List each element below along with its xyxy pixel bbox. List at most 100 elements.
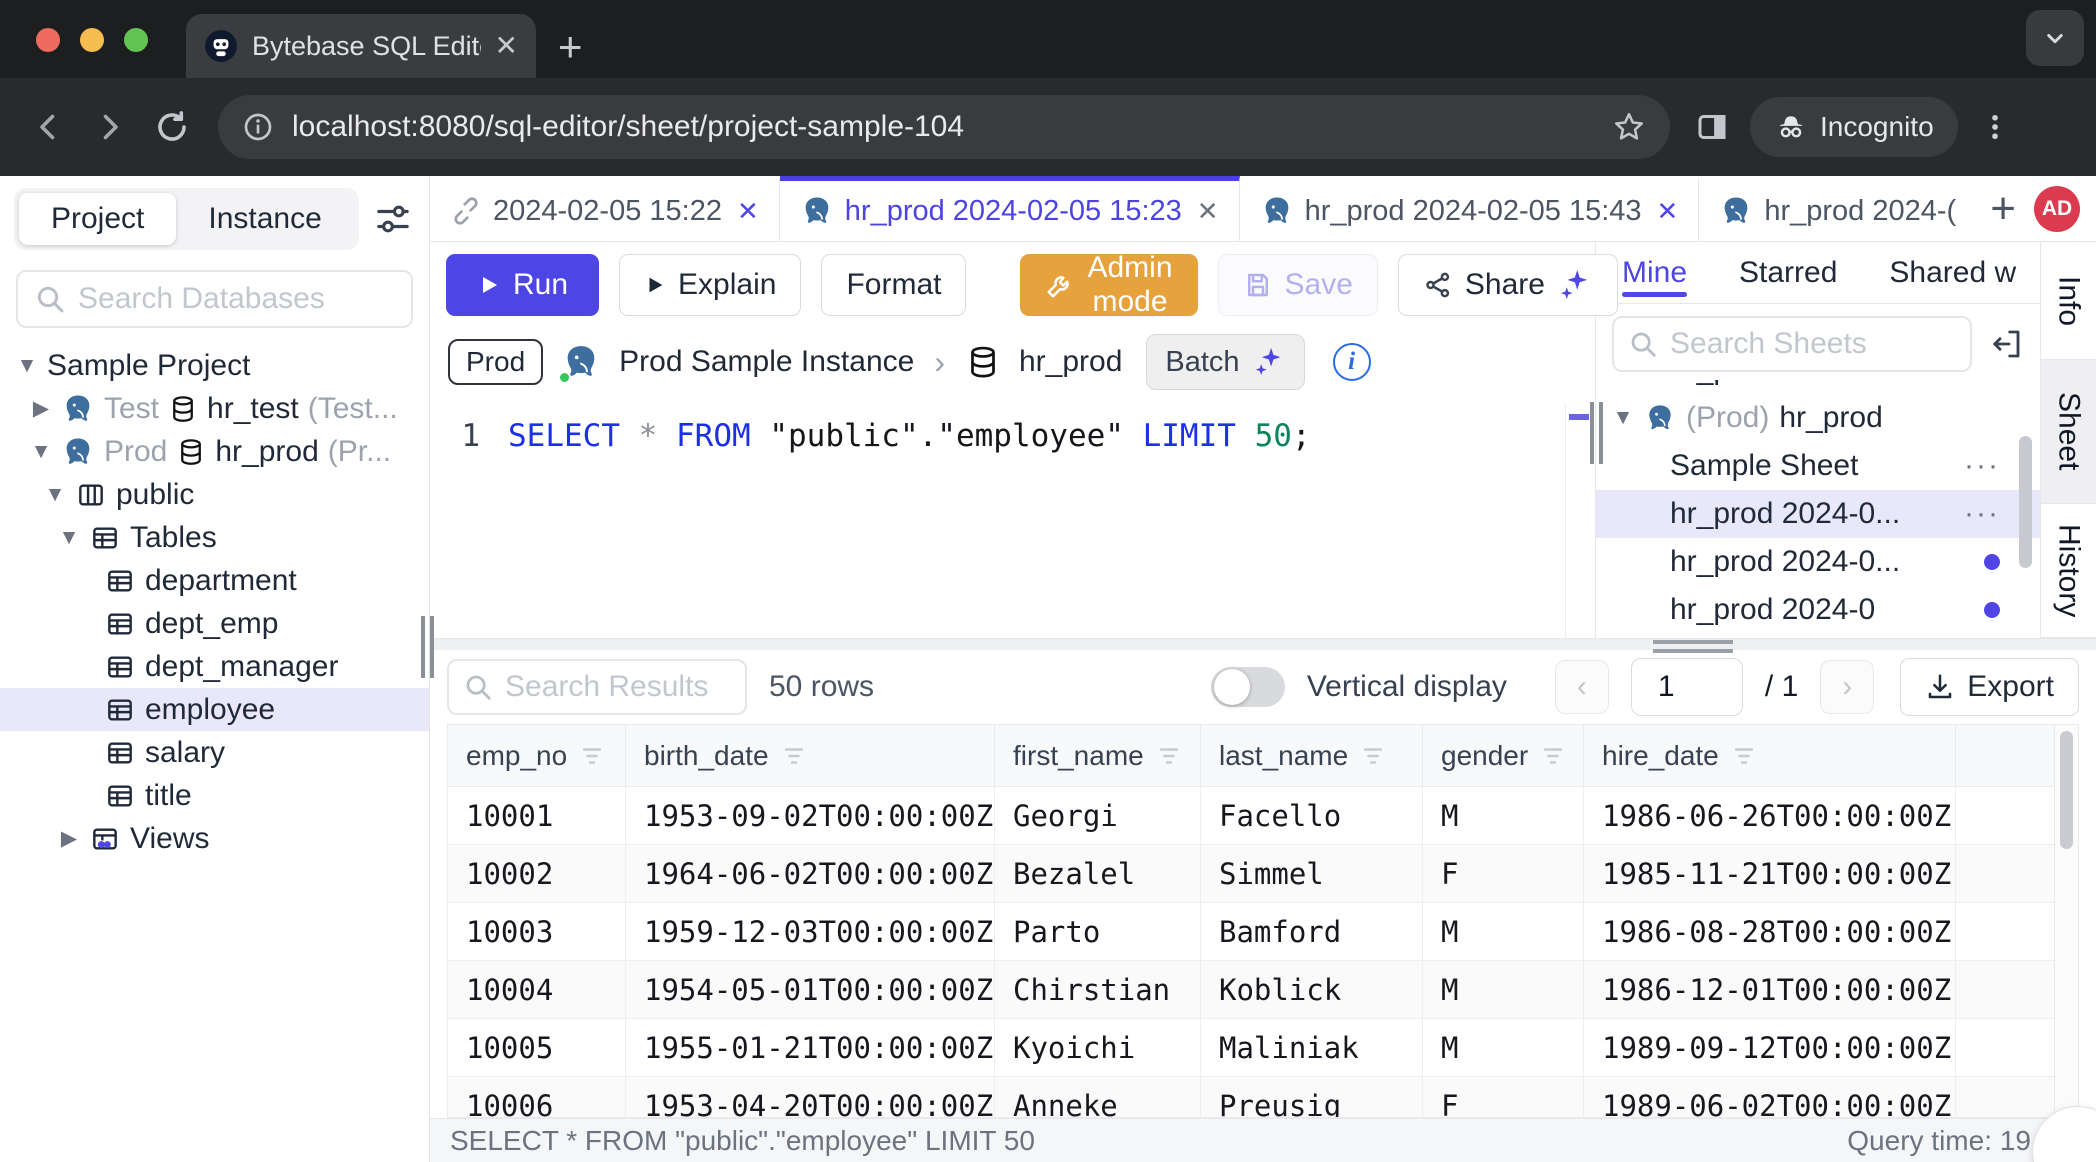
- table-row[interactable]: 10001 1953-09-02T00:00:00Z Georgi Facell…: [448, 787, 2078, 845]
- cell[interactable]: M: [1423, 903, 1584, 961]
- cell[interactable]: Maliniak: [1201, 1019, 1423, 1077]
- tab-search-button[interactable]: [2026, 10, 2084, 66]
- cell[interactable]: 10001: [448, 787, 626, 845]
- table-row[interactable]: 10003 1959-12-03T00:00:00Z Parto Bamford…: [448, 903, 2078, 961]
- column-header-last-name[interactable]: last_name: [1201, 725, 1423, 787]
- run-button[interactable]: Run: [446, 254, 599, 316]
- table-row[interactable]: 10006 1953-04-20T00:00:00Z Anneke Preusi…: [448, 1077, 2078, 1118]
- results-resize-divider[interactable]: [430, 638, 2096, 650]
- table-row[interactable]: 10004 1954-05-01T00:00:00Z Chirstian Kob…: [448, 961, 2078, 1019]
- tree-item-sample-project[interactable]: ▼ Sample Project: [0, 344, 429, 387]
- tab-instance[interactable]: Instance: [176, 193, 353, 245]
- reload-button[interactable]: [146, 101, 198, 153]
- tab-mine[interactable]: Mine: [1622, 242, 1687, 303]
- ai-sparkles-icon[interactable]: [1557, 267, 1593, 303]
- sql-line-1[interactable]: 1 SELECT * FROM "public"."employee" LIMI…: [430, 418, 1595, 454]
- share-button[interactable]: Share: [1398, 254, 1618, 316]
- results-search[interactable]: [447, 659, 747, 715]
- cell[interactable]: Facello: [1201, 787, 1423, 845]
- batch-button[interactable]: Batch: [1146, 334, 1304, 390]
- new-tab-button[interactable]: +: [558, 26, 583, 68]
- sheet-item-partial[interactable]: hr_prod 2024-0...: [1596, 380, 2040, 394]
- cell[interactable]: 1986-12-01T00:00:00Z: [1584, 961, 1956, 1019]
- sheet-tab-3[interactable]: hr_prod 2024-02-05 15:43 ✕: [1240, 176, 1700, 241]
- export-button[interactable]: Export: [1900, 658, 2079, 716]
- table-scrollbar-thumb[interactable]: [2060, 731, 2073, 849]
- cell[interactable]: F: [1423, 1077, 1584, 1118]
- tab-history[interactable]: History: [2041, 504, 2096, 638]
- caret-down-icon[interactable]: ▼: [44, 483, 66, 507]
- sidebar-resize-handle[interactable]: [421, 616, 434, 678]
- caret-down-icon[interactable]: ▼: [16, 354, 38, 378]
- column-header-emp-no[interactable]: emp_no: [448, 725, 626, 787]
- window-controls[interactable]: [36, 28, 148, 52]
- vertical-display-toggle[interactable]: [1211, 667, 1285, 707]
- sheet-group-hr-prod[interactable]: ▼ (Prod) hr_prod: [1596, 394, 2040, 442]
- tree-item-hr-test[interactable]: ▶ Test hr_test (Test...: [0, 387, 429, 430]
- cell[interactable]: 1953-09-02T00:00:00Z: [626, 787, 995, 845]
- sheet-item-unsaved-2[interactable]: hr_prod 2024-0: [1596, 586, 2040, 634]
- window-zoom-button[interactable]: [124, 28, 148, 52]
- sheet-item-sample-sheet[interactable]: Sample Sheet ···: [1596, 442, 2040, 490]
- user-avatar[interactable]: AD: [2034, 186, 2080, 232]
- cell[interactable]: 1985-11-21T00:00:00Z: [1584, 845, 1956, 903]
- sheet-search[interactable]: [1612, 316, 1972, 372]
- browser-tab[interactable]: Bytebase SQL Editor ✕: [186, 14, 536, 78]
- close-tab-icon[interactable]: ✕: [1657, 196, 1679, 227]
- sort-funnel-icon[interactable]: [1731, 743, 1757, 769]
- format-button[interactable]: Format: [821, 254, 966, 316]
- close-tab-icon[interactable]: ✕: [737, 196, 759, 227]
- column-header-first-name[interactable]: first_name: [995, 725, 1201, 787]
- cell[interactable]: 1955-01-21T00:00:00Z: [626, 1019, 995, 1077]
- cell[interactable]: 10002: [448, 845, 626, 903]
- forward-button[interactable]: [84, 101, 136, 153]
- tree-item-views-group[interactable]: ▶ Views: [0, 817, 429, 860]
- caret-down-icon[interactable]: ▼: [1612, 406, 1634, 430]
- cell[interactable]: Bamford: [1201, 903, 1423, 961]
- column-header-birth-date[interactable]: birth_date: [626, 725, 995, 787]
- admin-mode-button[interactable]: Admin mode: [1020, 254, 1197, 316]
- cell[interactable]: M: [1423, 1019, 1584, 1077]
- cell[interactable]: Georgi: [995, 787, 1201, 845]
- filter-sliders-icon[interactable]: [373, 199, 413, 239]
- side-panel-icon[interactable]: [1694, 109, 1730, 145]
- cell[interactable]: 1989-06-02T00:00:00Z: [1584, 1077, 1956, 1118]
- tab-starred[interactable]: Starred: [1739, 242, 1837, 303]
- tree-item-tables-group[interactable]: ▼ Tables: [0, 516, 429, 559]
- tab-sheet[interactable]: Sheet: [2041, 360, 2096, 503]
- cell[interactable]: 1989-09-12T00:00:00Z: [1584, 1019, 1956, 1077]
- tree-item-schema-public[interactable]: ▼ public: [0, 473, 429, 516]
- browser-menu-icon[interactable]: [1978, 110, 2012, 144]
- sort-funnel-icon[interactable]: [1360, 743, 1386, 769]
- cell[interactable]: M: [1423, 787, 1584, 845]
- prev-page-button[interactable]: ‹: [1555, 660, 1609, 714]
- sheet-item-unsaved-1[interactable]: hr_prod 2024-0...: [1596, 538, 2040, 586]
- sidebar-item-employee[interactable]: employee: [0, 688, 429, 731]
- bookmark-star-icon[interactable]: [1612, 110, 1646, 144]
- sheet-tab-4[interactable]: hr_prod 2024-(: [1699, 176, 1971, 241]
- collapse-panel-icon[interactable]: [1988, 326, 2024, 362]
- column-header-gender[interactable]: gender: [1423, 725, 1584, 787]
- cell[interactable]: Parto: [995, 903, 1201, 961]
- table-scrollbar[interactable]: [2054, 725, 2078, 1117]
- database-search[interactable]: [16, 270, 413, 328]
- cell[interactable]: 10005: [448, 1019, 626, 1077]
- column-header-hire-date[interactable]: hire_date: [1584, 725, 1956, 787]
- cell[interactable]: 1986-06-26T00:00:00Z: [1584, 787, 1956, 845]
- cell[interactable]: Preusig: [1201, 1077, 1423, 1118]
- cell[interactable]: 10006: [448, 1077, 626, 1118]
- page-input[interactable]: [1631, 658, 1743, 716]
- sort-funnel-icon[interactable]: [781, 743, 807, 769]
- cell[interactable]: Koblick: [1201, 961, 1423, 1019]
- sidebar-item-title[interactable]: title: [0, 774, 429, 817]
- tab-info[interactable]: Info: [2041, 242, 2096, 360]
- caret-down-icon[interactable]: ▼: [30, 440, 52, 464]
- cell[interactable]: M: [1423, 961, 1584, 1019]
- more-actions-icon[interactable]: ···: [1964, 449, 2000, 483]
- cell[interactable]: 1953-04-20T00:00:00Z: [626, 1077, 995, 1118]
- database-name[interactable]: hr_prod: [1019, 345, 1122, 379]
- sheet-list-scrollbar[interactable]: [2019, 436, 2032, 568]
- cell[interactable]: Kyoichi: [995, 1019, 1201, 1077]
- explain-button[interactable]: Explain: [619, 254, 801, 316]
- back-button[interactable]: [22, 101, 74, 153]
